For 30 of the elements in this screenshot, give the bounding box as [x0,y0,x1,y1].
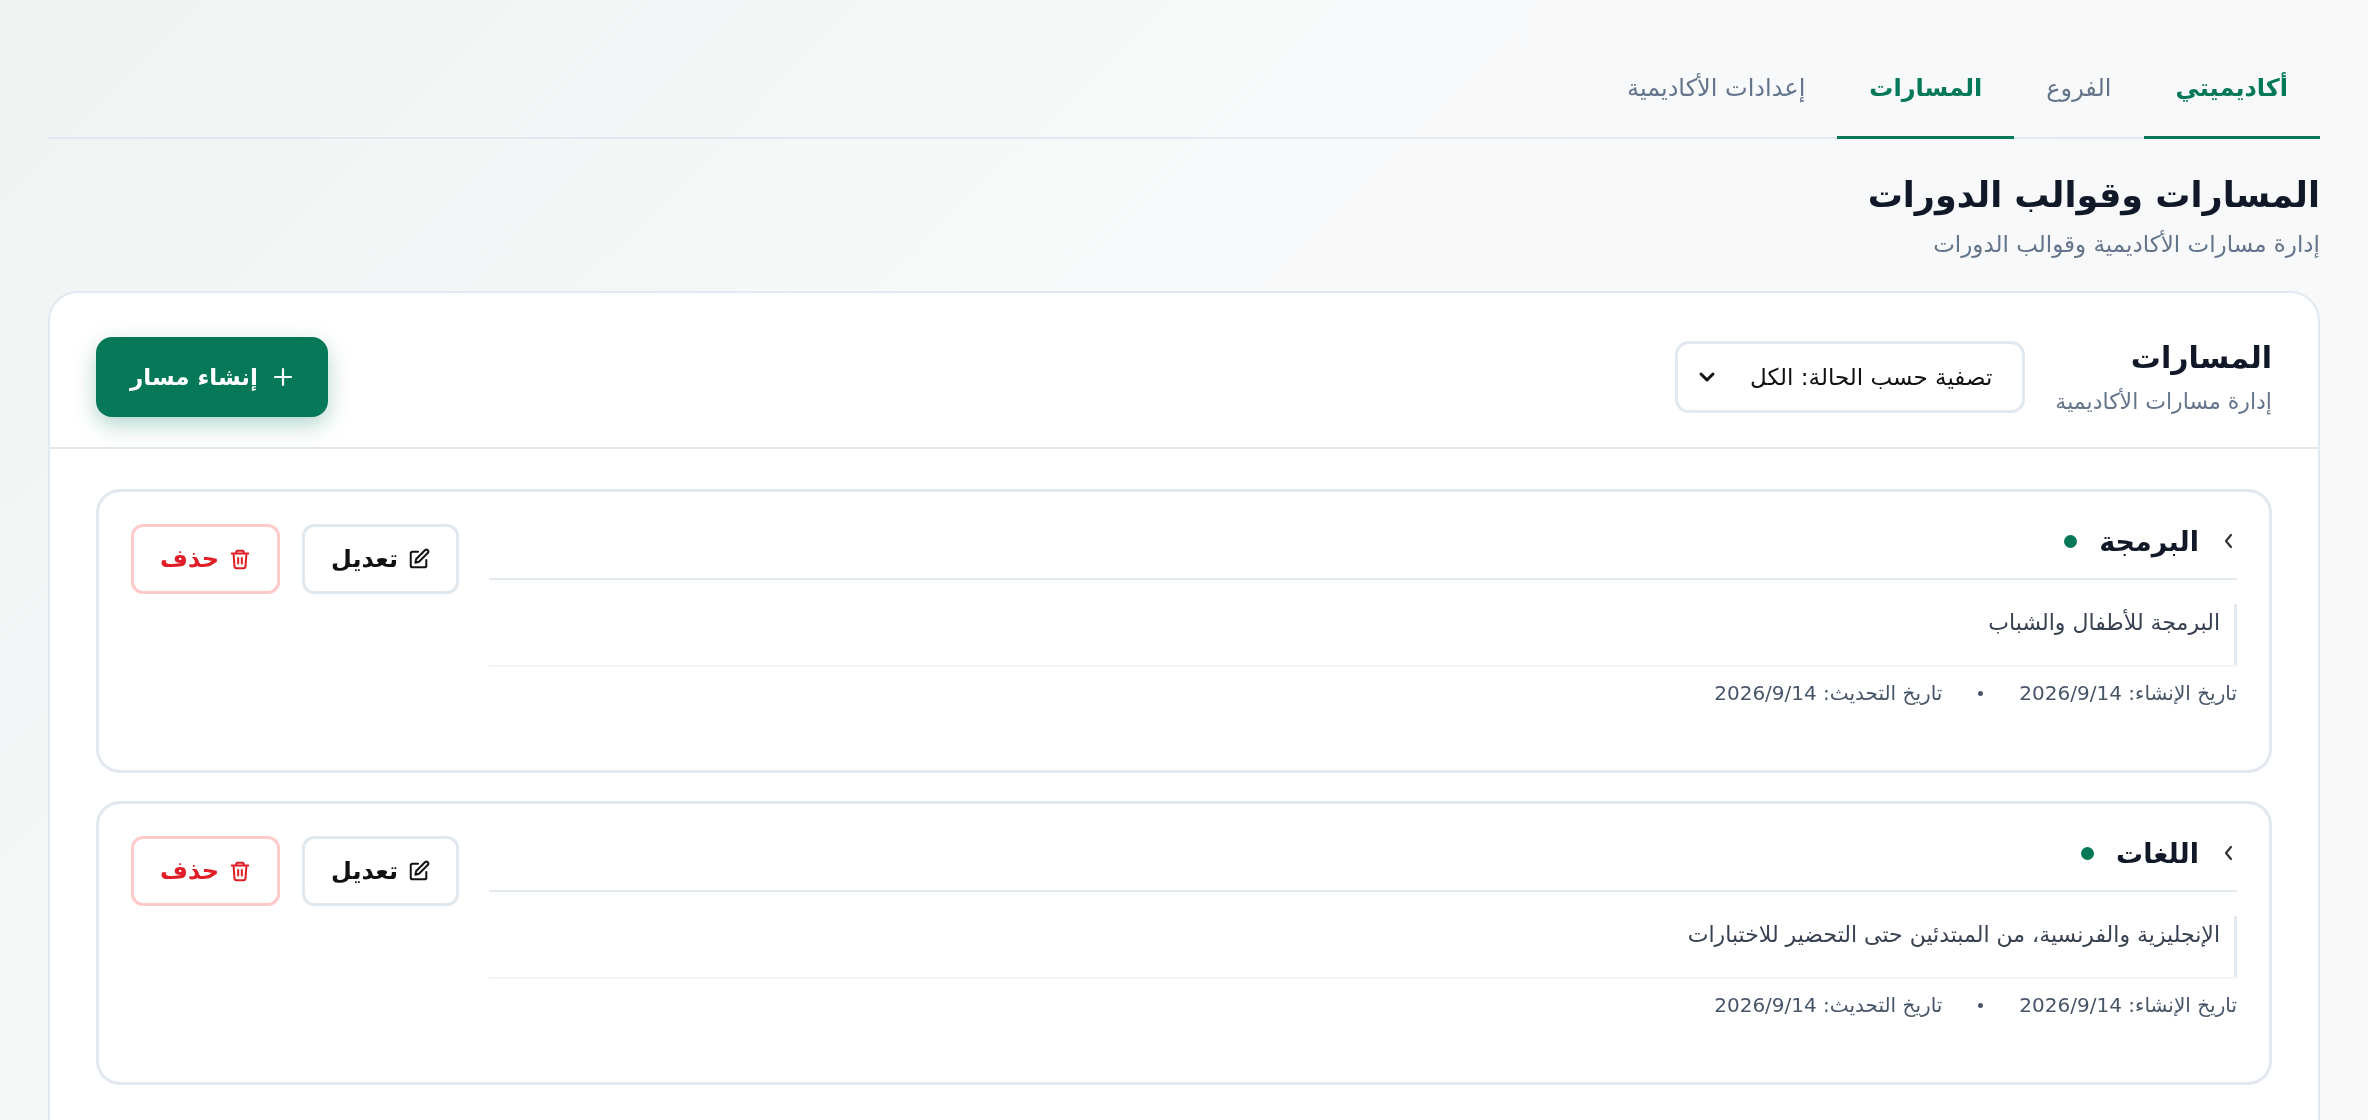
tab[interactable]: أكاديميتي [2143,40,2320,139]
updated-date: تاريخ التحديث: 2026/9/14 [1714,681,1943,705]
separator-dot [1978,1002,1984,1008]
edit-button[interactable]: تعديل [302,836,459,906]
edit-icon [407,860,430,882]
tab[interactable]: إعدادات الأكاديمية [1595,40,1838,139]
track-description: الإنجليزية والفرنسية، من المبتدئين حتى التحضير للاختبارات [488,916,2237,977]
separator-dot [1978,690,1984,696]
page-subtitle: إدارة مسارات الأكاديمية وقوالب الدورات [1932,231,2320,257]
delete-button[interactable]: حذف [131,524,281,594]
plus-icon [271,366,294,388]
created-date: تاريخ الإنشاء: 2026/9/14 [2019,993,2237,1017]
updated-date: تاريخ التحديث: 2026/9/14 [1714,993,1943,1017]
chevron-down-icon [1698,371,1717,383]
page-title: المسارات وقوالب الدورات [1866,175,2320,215]
track-name: اللغات [2116,837,2199,869]
status-filter-dropdown[interactable]: تصفية حسب الحالة: الكل [1675,341,2026,413]
create-track-button[interactable]: إنشاء مسار [96,337,328,417]
tab[interactable]: الفروع [2014,40,2144,139]
edit-button[interactable]: تعديل [302,524,459,594]
panel-subtitle: إدارة مسارات الأكاديمية [2055,389,2272,414]
tab[interactable]: المسارات [1837,40,2015,139]
track-name: البرمجة [2099,525,2199,557]
panel-title: المسارات [2129,340,2272,375]
delete-button[interactable]: حذف [131,836,281,906]
trash-icon [229,548,252,570]
edit-icon [407,548,430,570]
created-date: تاريخ الإنشاء: 2026/9/14 [2019,681,2237,705]
trash-icon [229,860,252,882]
track-description: البرمجة للأطفال والشباب [488,604,2237,665]
